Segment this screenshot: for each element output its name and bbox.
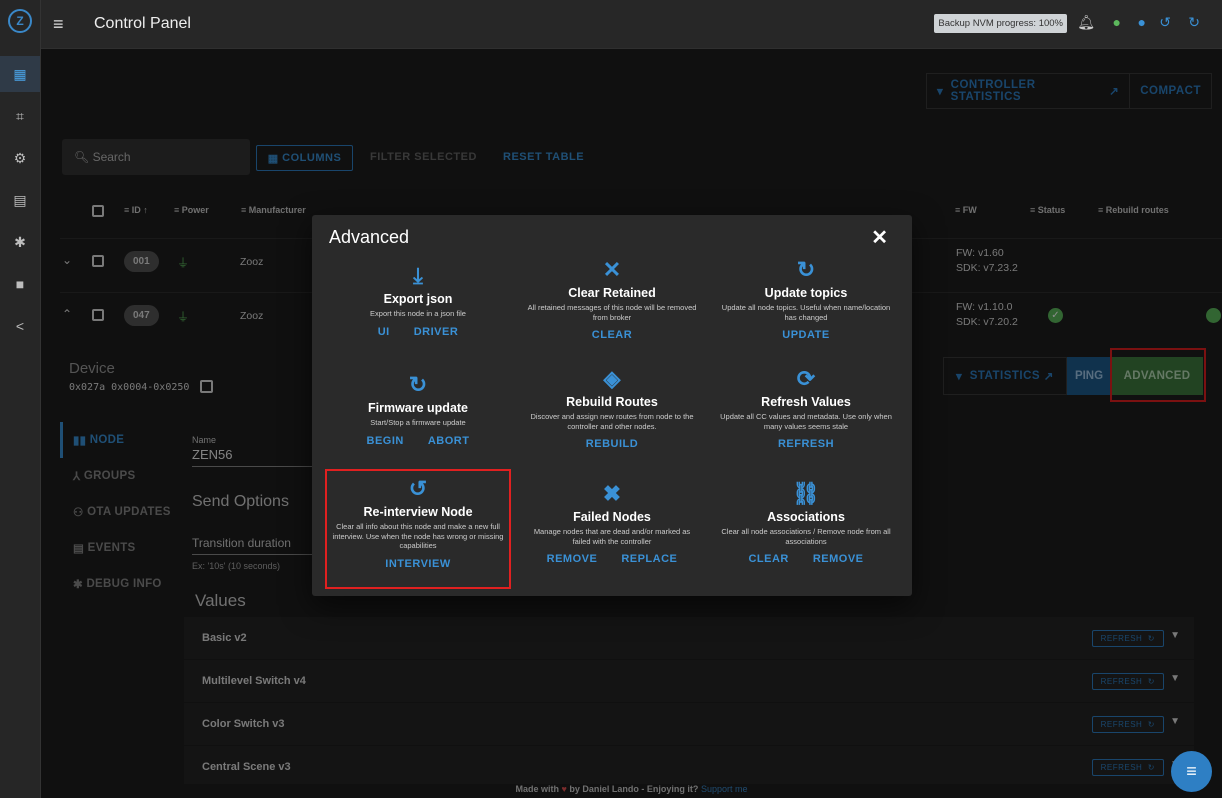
nav-rail: Z ▦ ⌗ ⚙ ▤ ✱ ■ < <box>0 0 41 798</box>
network-graph-icon[interactable]: < <box>0 308 40 344</box>
page-title: Control Panel <box>94 15 191 32</box>
menu-icon[interactable]: ≡ <box>53 14 64 35</box>
action-clear-retained: ✕ Clear Retained All retained messages o… <box>514 256 710 341</box>
smart-start-icon[interactable]: ⌗ <box>0 98 40 134</box>
link-off-icon: ⛓ <box>792 481 820 506</box>
close-icon[interactable]: ✕ <box>871 225 888 250</box>
dialog-title: Advanced <box>329 227 410 247</box>
settings-icon[interactable]: ⚙ <box>0 140 40 176</box>
action-associations: ⛓ Associations Clear all node associatio… <box>708 480 904 565</box>
firmware-abort-button[interactable]: ABORT <box>428 435 470 447</box>
refresh-icon[interactable]: ↻ <box>1188 14 1200 31</box>
action-firmware-update: ↻ Firmware update Start/Stop a firmware … <box>320 371 516 447</box>
export-ui-button[interactable]: UI <box>378 326 390 338</box>
dashboard-icon[interactable]: ▦ <box>0 56 40 92</box>
action-failed-nodes: ✖ Failed Nodes Manage nodes that are dea… <box>514 480 710 565</box>
refresh-values-button[interactable]: REFRESH <box>778 438 834 450</box>
rebuild-button[interactable]: REBUILD <box>586 438 638 450</box>
bell-icon[interactable]: 🔔︎ <box>1077 14 1095 31</box>
associations-clear-button[interactable]: CLEAR <box>748 553 788 565</box>
fab-menu-button[interactable]: ≡ <box>1171 751 1212 792</box>
associations-remove-button[interactable]: REMOVE <box>813 553 864 565</box>
export-driver-button[interactable]: DRIVER <box>414 326 459 338</box>
failed-replace-button[interactable]: REPLACE <box>621 553 677 565</box>
clear-retained-button[interactable]: CLEAR <box>592 329 632 341</box>
store-icon[interactable]: ■ <box>0 266 40 302</box>
zwave-logo-icon[interactable]: Z <box>8 9 32 33</box>
update-topics-button[interactable]: UPDATE <box>782 329 829 341</box>
mqtt-status-icon[interactable]: ● <box>1113 14 1121 30</box>
update-icon: ↻ <box>796 257 816 282</box>
failed-remove-button[interactable]: REMOVE <box>547 553 598 565</box>
action-export-json: ⤓ Export json Export this node in a json… <box>320 262 516 338</box>
action-update-topics: ↻ Update topics Update all node topics. … <box>708 256 904 341</box>
action-refresh-values: ⟳ Refresh Values Update all CC values an… <box>708 365 904 450</box>
backup-progress-badge: Backup NVM progress: 100% <box>934 14 1067 33</box>
routes-icon: ◈ <box>603 366 621 391</box>
sync-icon: ⟳ <box>796 366 816 391</box>
close-icon: ✕ <box>602 257 622 282</box>
close-circle-icon: ✖ <box>602 481 622 506</box>
history-icon[interactable]: ↺ <box>1159 14 1171 31</box>
action-rebuild-routes: ◈ Rebuild Routes Discover and assign new… <box>514 365 710 450</box>
debug-icon[interactable]: ✱ <box>0 224 40 260</box>
scenes-icon[interactable]: ▤ <box>0 182 40 218</box>
download-icon: ⤓ <box>413 263 423 288</box>
top-bar: ≡ Control Panel Backup NVM progress: 100… <box>41 0 1222 49</box>
highlight-reinterview <box>325 469 511 589</box>
firmware-begin-button[interactable]: BEGIN <box>367 435 404 447</box>
info-icon[interactable]: ● <box>1138 14 1146 30</box>
firmware-icon: ↻ <box>408 372 428 397</box>
